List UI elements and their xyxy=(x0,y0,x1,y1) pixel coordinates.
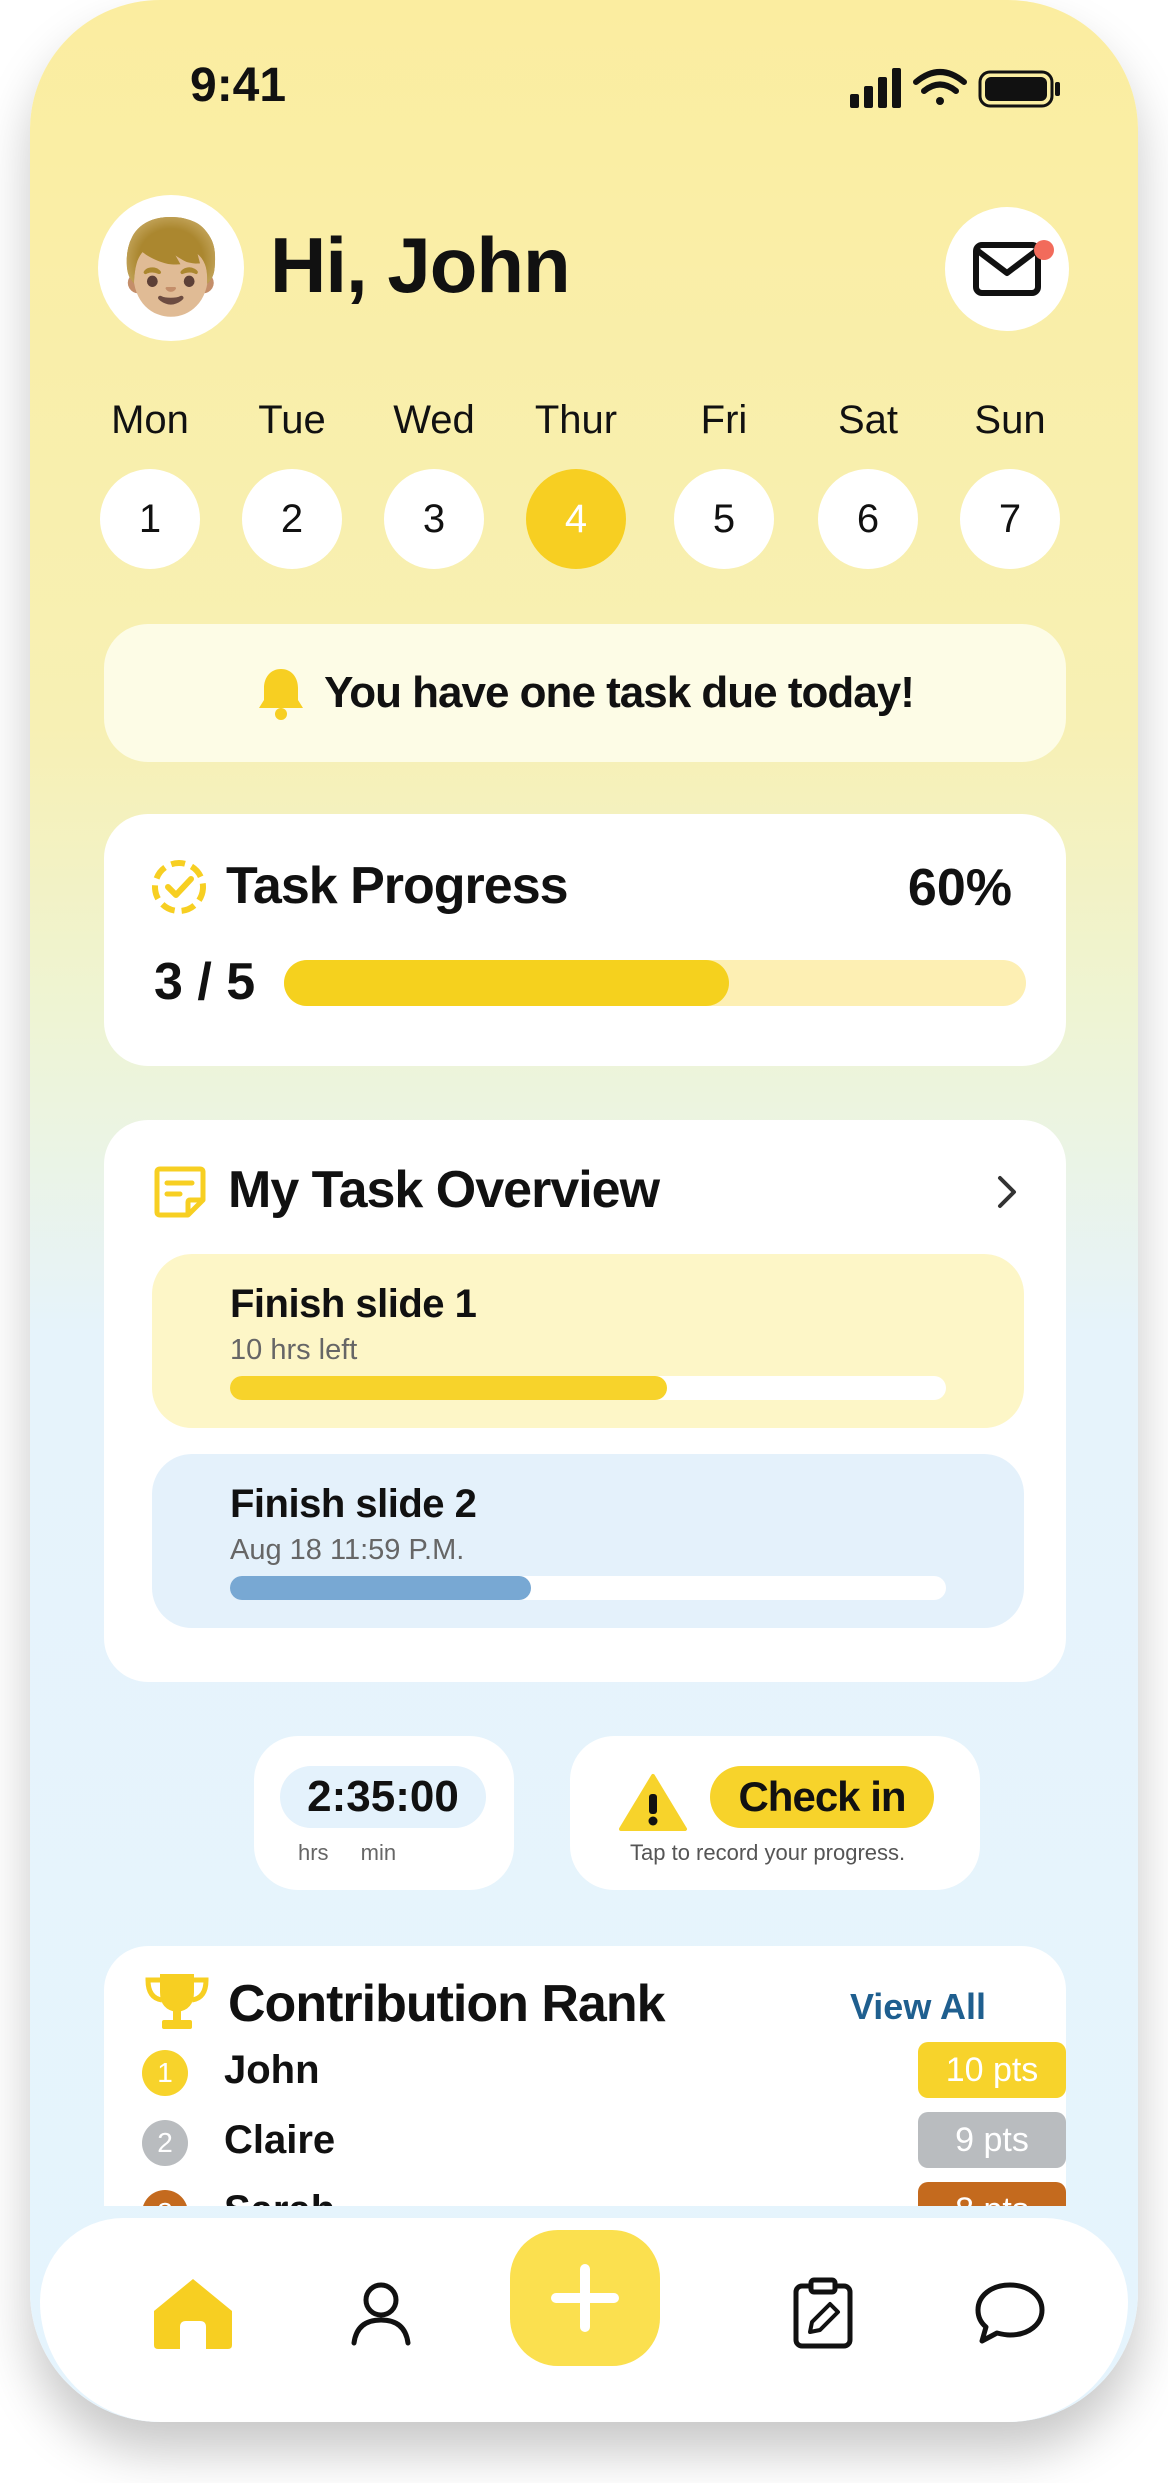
bottom-nav xyxy=(40,2218,1128,2422)
home-icon xyxy=(154,2279,232,2349)
avatar-emoji: 👦🏼 xyxy=(113,217,229,319)
day-number: 2 xyxy=(242,469,342,569)
nav-home[interactable] xyxy=(148,2268,238,2358)
day-label: Sat xyxy=(837,398,899,442)
add-icon xyxy=(551,2264,619,2332)
task-progress-fill xyxy=(230,1376,667,1400)
rank-name: Sarah xyxy=(224,2188,335,2206)
day-label: Sun xyxy=(974,398,1046,442)
warning-icon xyxy=(619,1774,687,1831)
phone-screen: 9:41 👦🏼 Hi, John Mon 1 Tue 2 Wed 3 Thur … xyxy=(30,0,1138,2422)
bell-icon xyxy=(259,669,304,720)
day-number: 5 xyxy=(674,469,774,569)
day-label: Mon xyxy=(111,398,189,442)
mail-button[interactable] xyxy=(945,207,1069,331)
timer-card[interactable]: 2:35:00 hrs min xyxy=(254,1736,514,1890)
rank-title: Contribution Rank xyxy=(228,1975,666,2033)
day-tue[interactable]: Tue 2 xyxy=(232,398,352,569)
due-alert-banner[interactable]: You have one task due today! xyxy=(104,624,1066,762)
day-number: 7 xyxy=(960,469,1060,569)
task-name: Finish slide 1 xyxy=(230,1282,477,1326)
task-progress-card: Task Progress 60% 3 / 5 xyxy=(104,814,1066,1066)
task-subtitle: Aug 18 11:59 P.M. xyxy=(230,1534,465,1566)
note-icon xyxy=(154,1166,206,1218)
day-wed[interactable]: Wed 3 xyxy=(374,398,494,569)
rank-row[interactable]: 3 Sarah 8 pts xyxy=(142,2182,1066,2206)
contribution-rank-card: Contribution Rank View All 1 John 10 pts… xyxy=(104,1946,1066,2206)
task-name: Finish slide 2 xyxy=(230,1482,477,1526)
day-label: Tue xyxy=(258,398,326,442)
task-item[interactable]: Finish slide 2 Aug 18 11:59 P.M. xyxy=(152,1454,1024,1628)
chat-icon xyxy=(975,2282,1045,2344)
rank-points: 10 pts xyxy=(918,2042,1066,2098)
check-in-button[interactable]: Check in xyxy=(710,1766,934,1828)
day-fri[interactable]: Fri 5 xyxy=(664,398,784,569)
wifi-icon xyxy=(913,69,967,105)
trophy-icon xyxy=(145,1974,209,2029)
day-thur[interactable]: Thur 4 xyxy=(516,398,636,569)
task-progress-title: Task Progress xyxy=(226,857,569,915)
battery-icon xyxy=(978,70,1060,108)
check-in-card[interactable]: Check in Tap to record your progress. xyxy=(570,1736,980,1890)
alert-text: You have one task due today! xyxy=(324,668,915,717)
rank-row[interactable]: 2 Claire 9 pts xyxy=(142,2112,1066,2168)
day-sun[interactable]: Sun 7 xyxy=(950,398,1070,569)
day-number: 4 xyxy=(526,469,626,569)
timer-value: 2:35:00 xyxy=(280,1766,486,1828)
day-label: Wed xyxy=(393,398,475,442)
task-overview-title: My Task Overview xyxy=(228,1161,660,1219)
day-mon[interactable]: Mon 1 xyxy=(90,398,210,569)
task-progress-bar xyxy=(284,960,1026,1006)
view-all-link[interactable]: View All xyxy=(850,1986,986,2028)
day-number: 6 xyxy=(818,469,918,569)
day-sat[interactable]: Sat 6 xyxy=(808,398,928,569)
task-overview-card: My Task Overview Finish slide 1 10 hrs l… xyxy=(104,1120,1066,1682)
nav-profile[interactable] xyxy=(336,2268,426,2358)
rank-number: 3 xyxy=(142,2190,188,2206)
task-progress-track xyxy=(230,1576,946,1600)
task-progress-track xyxy=(230,1376,946,1400)
status-icons xyxy=(850,68,1060,108)
check-in-subtitle: Tap to record your progress. xyxy=(630,1840,906,1865)
nav-tasks[interactable] xyxy=(778,2268,868,2358)
profile-icon xyxy=(351,2282,411,2346)
task-progress-count: 3 / 5 xyxy=(154,953,256,1011)
day-number: 1 xyxy=(100,469,200,569)
day-label: Fri xyxy=(700,398,748,442)
day-number: 3 xyxy=(384,469,484,569)
chevron-right-icon[interactable] xyxy=(988,1170,1024,1214)
task-progress-fill xyxy=(284,960,730,1006)
greeting: Hi, John xyxy=(270,221,571,309)
timer-units: hrs min xyxy=(298,1840,397,1865)
status-time: 9:41 xyxy=(190,59,287,112)
notification-dot xyxy=(1034,240,1054,260)
task-item[interactable]: Finish slide 1 10 hrs left xyxy=(152,1254,1024,1428)
task-progress-fill xyxy=(230,1576,531,1600)
rank-row[interactable]: 1 John 10 pts xyxy=(142,2042,1066,2098)
clipboard-edit-icon xyxy=(793,2277,853,2349)
task-subtitle: 10 hrs left xyxy=(230,1334,358,1366)
add-button[interactable] xyxy=(510,2230,660,2366)
progress-check-icon xyxy=(152,860,206,914)
avatar[interactable]: 👦🏼 xyxy=(98,195,244,341)
day-label: Thur xyxy=(534,398,618,442)
rank-number: 2 xyxy=(142,2120,188,2166)
rank-points: 8 pts xyxy=(918,2182,1066,2206)
rank-name: Claire xyxy=(224,2118,336,2162)
signal-icon xyxy=(850,68,901,108)
rank-number: 1 xyxy=(142,2050,188,2096)
task-progress-percent: 60% xyxy=(907,859,1012,917)
nav-chat[interactable] xyxy=(965,2268,1055,2358)
rank-points: 9 pts xyxy=(918,2112,1066,2168)
rank-name: John xyxy=(224,2048,320,2092)
mail-icon xyxy=(973,242,1041,296)
